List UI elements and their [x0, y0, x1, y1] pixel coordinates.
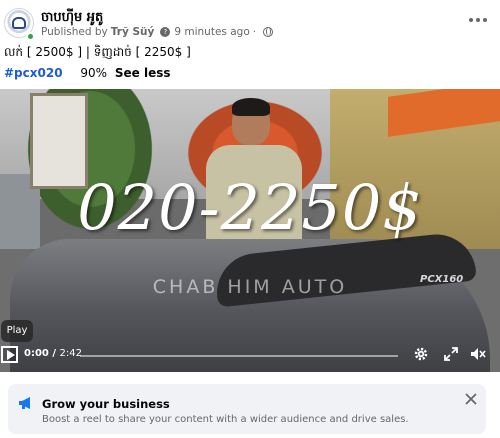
total-time: 2:42	[59, 348, 82, 359]
meta-separator: ·	[252, 26, 257, 38]
gear-icon[interactable]	[413, 346, 429, 362]
logo-mark	[12, 17, 26, 29]
published-by-label: Published by	[41, 26, 108, 38]
caption-tag-line: #pcx020 90% See less	[4, 66, 171, 80]
play-tooltip: Play	[1, 320, 33, 342]
play-button[interactable]	[1, 346, 18, 363]
hashtag-link[interactable]: #pcx020	[4, 66, 63, 80]
more-options-button[interactable]	[466, 12, 490, 28]
boost-promo-card[interactable]: Grow your business Boost a reel to share…	[8, 384, 486, 434]
caption-percent: 90%	[80, 66, 108, 80]
video-watermark: CHAB HIM AUTO	[152, 276, 348, 298]
ellipsis-icon	[469, 18, 473, 22]
author-name[interactable]: Trỹ Süý	[111, 26, 155, 38]
question-icon[interactable]: ?	[160, 27, 171, 37]
post-header: ចាបហ៊ីម អូតូ Published by Trỹ Süý ? 9 mi…	[0, 0, 500, 42]
fullscreen-icon[interactable]	[443, 346, 459, 362]
promo-title: Grow your business	[42, 397, 170, 411]
video-player[interactable]: PCX160 020-2250$ CHAB HIM AUTO Play 0:00…	[0, 89, 500, 372]
time-readout: 0:00 / 2:42	[24, 348, 82, 359]
progress-bar[interactable]	[80, 355, 398, 357]
post-meta: Published by Trỹ Süý ? 9 minutes ago ·	[41, 26, 274, 38]
scooter-model-badge: PCX160	[420, 274, 464, 285]
caption-price-line: លក់ [ 2500$ ] | ទិញដាច់ [ 2250$ ]	[4, 45, 191, 59]
current-time: 0:00	[24, 348, 49, 359]
promo-text: Boost a reel to share your content with …	[42, 414, 409, 425]
video-price-overlay: 020-2250$	[77, 171, 423, 244]
post-time[interactable]: 9 minutes ago	[174, 26, 249, 38]
globe-icon	[263, 27, 274, 37]
close-icon[interactable]	[464, 392, 478, 406]
online-status-dot	[26, 32, 35, 41]
megaphone-icon	[19, 397, 30, 409]
mute-icon[interactable]	[470, 346, 486, 362]
see-less-link[interactable]: See less	[115, 66, 171, 80]
